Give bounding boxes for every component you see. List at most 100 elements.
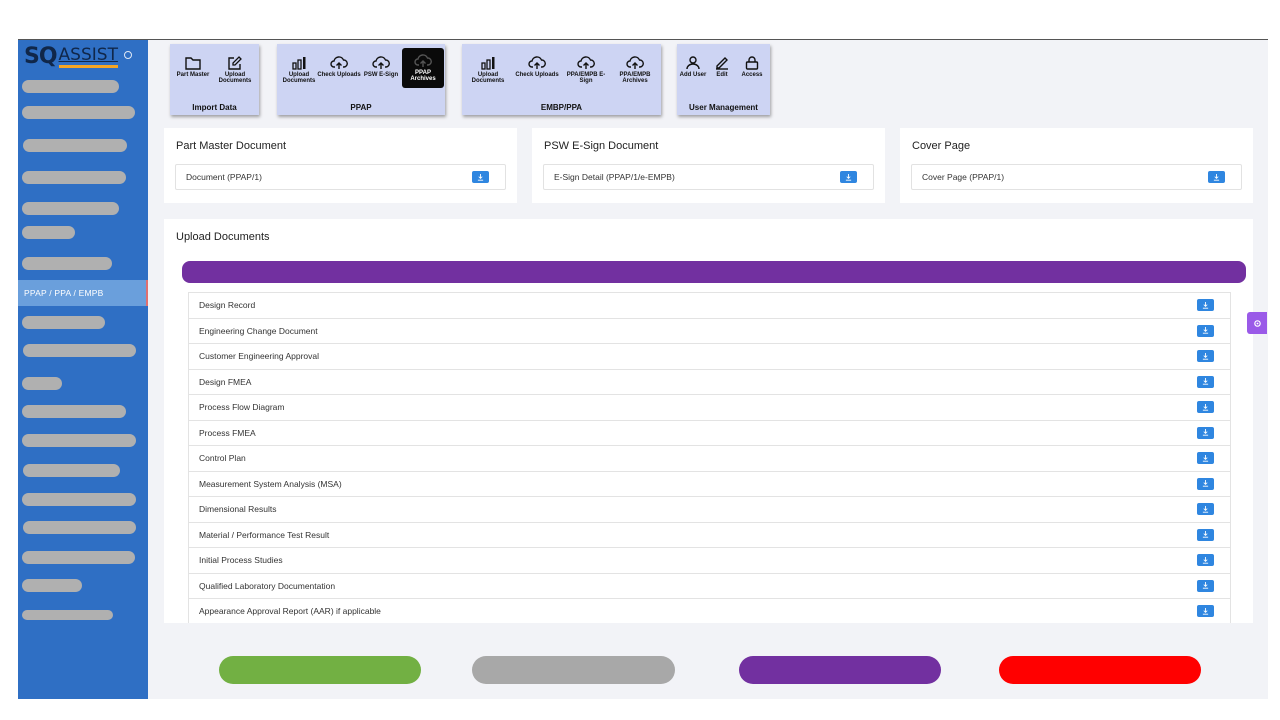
document-field: Cover Page (PPAP/1) — [911, 164, 1242, 190]
sidebar-item[interactable] — [22, 316, 105, 329]
settings-side-tab[interactable] — [1247, 312, 1267, 334]
toolbar-group-import-data: Part Master Upload Documents Import Data — [170, 44, 259, 115]
sidebar-item[interactable] — [22, 579, 82, 592]
sidebar-item[interactable] — [22, 377, 62, 390]
download-button[interactable] — [1197, 350, 1214, 362]
download-button[interactable] — [1208, 171, 1225, 183]
psw-esign-card: PSW E-Sign Document E-Sign Detail (PPAP/… — [532, 128, 885, 203]
sidebar-item[interactable] — [23, 344, 136, 357]
download-icon — [1202, 403, 1209, 411]
ppa-empb-esign-button[interactable]: PPA/EMPB E-Sign — [561, 50, 611, 84]
sidebar-item[interactable] — [23, 521, 136, 534]
download-button[interactable] — [1197, 324, 1214, 337]
download-icon — [1202, 531, 1209, 538]
group-title-user-management: User Management — [689, 103, 758, 112]
download-button[interactable] — [1197, 375, 1214, 388]
app-window: SQ ASSIST PPAP / PPA / EMPB Part Master — [18, 39, 1268, 699]
sidebar-item[interactable] — [22, 202, 119, 215]
ppap-check-uploads-button[interactable]: Check Uploads — [317, 50, 361, 78]
sidebar-item[interactable] — [22, 551, 135, 564]
part-master-button[interactable]: Part Master — [171, 50, 215, 78]
document-row: Initial Process Studies — [189, 548, 1230, 574]
ppa-empb-archives-button[interactable]: PPA/EMPB Archives — [613, 50, 657, 84]
download-icon — [1202, 505, 1209, 513]
document-field-label: Cover Page (PPAP/1) — [922, 172, 1005, 182]
document-name: Appearance Approval Report (AAR) if appl… — [199, 606, 381, 616]
group-title-import-data: Import Data — [192, 103, 237, 112]
document-name: Qualified Laboratory Documentation — [199, 580, 336, 591]
cloud-upload-icon — [330, 56, 348, 69]
download-button[interactable] — [1197, 528, 1214, 541]
document-row: Control Plan — [189, 446, 1230, 472]
part-master-card: Part Master Document Document (PPAP/1) — [164, 128, 517, 203]
logo-assist-text: ASSIST — [58, 45, 118, 68]
download-button[interactable] — [1197, 503, 1214, 515]
sidebar-item[interactable] — [22, 610, 113, 620]
download-button[interactable] — [1197, 477, 1214, 490]
sidebar-item[interactable] — [22, 257, 112, 270]
access-button[interactable]: Access — [735, 50, 769, 78]
embp-check-uploads-button[interactable]: Check Uploads — [515, 50, 559, 78]
embp-upload-documents-label: Upload Documents — [471, 72, 505, 84]
psw-esign-button[interactable]: PSW E-Sign — [361, 50, 401, 78]
download-button[interactable] — [1197, 452, 1214, 464]
download-button[interactable] — [840, 171, 857, 183]
ppap-upload-documents-button[interactable]: Upload Documents — [277, 50, 321, 84]
download-button[interactable] — [1197, 579, 1214, 592]
cloud-upload-icon — [414, 54, 432, 67]
document-field: E-Sign Detail (PPAP/1/e-EMPB) — [543, 164, 874, 190]
ppap-archives-button[interactable]: PPAP Archives — [402, 48, 444, 88]
embp-check-uploads-label: Check Uploads — [515, 72, 559, 78]
sidebar-toggle-icon[interactable] — [123, 51, 132, 59]
download-button[interactable] — [1197, 554, 1214, 566]
download-icon — [1202, 352, 1209, 360]
sidebar-item[interactable] — [23, 139, 127, 152]
card-title: Cover Page — [912, 140, 971, 152]
red-action-button[interactable] — [999, 656, 1201, 684]
sidebar-item[interactable] — [22, 171, 126, 184]
document-row: Customer Engineering Approval — [189, 344, 1230, 370]
ppap-archives-label: PPAP Archives — [410, 70, 436, 82]
sidebar-item-ppap[interactable]: PPAP / PPA / EMPB — [18, 280, 148, 306]
purple-action-button[interactable] — [739, 656, 941, 684]
cloud-upload-icon — [372, 56, 390, 69]
download-button[interactable] — [1197, 605, 1214, 617]
document-name: Design Record — [199, 300, 256, 310]
sidebar-item[interactable] — [23, 464, 120, 477]
download-icon — [1202, 480, 1209, 487]
group-title-ppap: PPAP — [350, 103, 372, 112]
sidebar-item[interactable] — [22, 226, 75, 239]
sidebar-item[interactable] — [22, 80, 119, 93]
import-upload-documents-button[interactable]: Upload Documents — [213, 50, 257, 84]
edit-user-button[interactable]: Edit — [705, 50, 739, 78]
gray-action-button[interactable] — [472, 656, 675, 684]
card-title: PSW E-Sign Document — [544, 140, 659, 152]
document-name: Control Plan — [199, 453, 246, 463]
download-icon — [1202, 378, 1209, 385]
document-row: Process FMEA — [189, 421, 1230, 446]
cloud-upload-icon — [528, 56, 546, 69]
download-button[interactable] — [1197, 401, 1214, 413]
document-name: Customer Engineering Approval — [199, 351, 320, 361]
access-label: Access — [741, 72, 763, 78]
green-action-button[interactable] — [219, 656, 421, 684]
document-field-label: Document (PPAP/1) — [186, 172, 262, 182]
sidebar-item[interactable] — [22, 405, 126, 418]
brand-logo[interactable]: SQ ASSIST — [24, 45, 132, 69]
download-button[interactable] — [1197, 299, 1214, 311]
download-button[interactable] — [472, 171, 489, 183]
cloud-upload-icon — [626, 56, 644, 69]
toolbar-group-embp: Upload Documents Check Uploads PPA/EMPB … — [462, 44, 661, 115]
sidebar-item[interactable] — [22, 493, 136, 506]
document-row: Engineering Change Document — [189, 319, 1230, 344]
download-button[interactable] — [1197, 426, 1214, 439]
embp-upload-documents-button[interactable]: Upload Documents — [466, 50, 510, 84]
download-icon — [1213, 173, 1220, 181]
psw-esign-label: PSW E-Sign — [363, 72, 399, 78]
sidebar-item[interactable] — [22, 434, 136, 447]
document-name: Measurement System Analysis (MSA) — [199, 478, 342, 489]
lock-icon — [745, 56, 759, 70]
edit-icon — [228, 56, 242, 70]
sidebar-item[interactable] — [22, 106, 135, 119]
download-icon — [477, 173, 484, 181]
